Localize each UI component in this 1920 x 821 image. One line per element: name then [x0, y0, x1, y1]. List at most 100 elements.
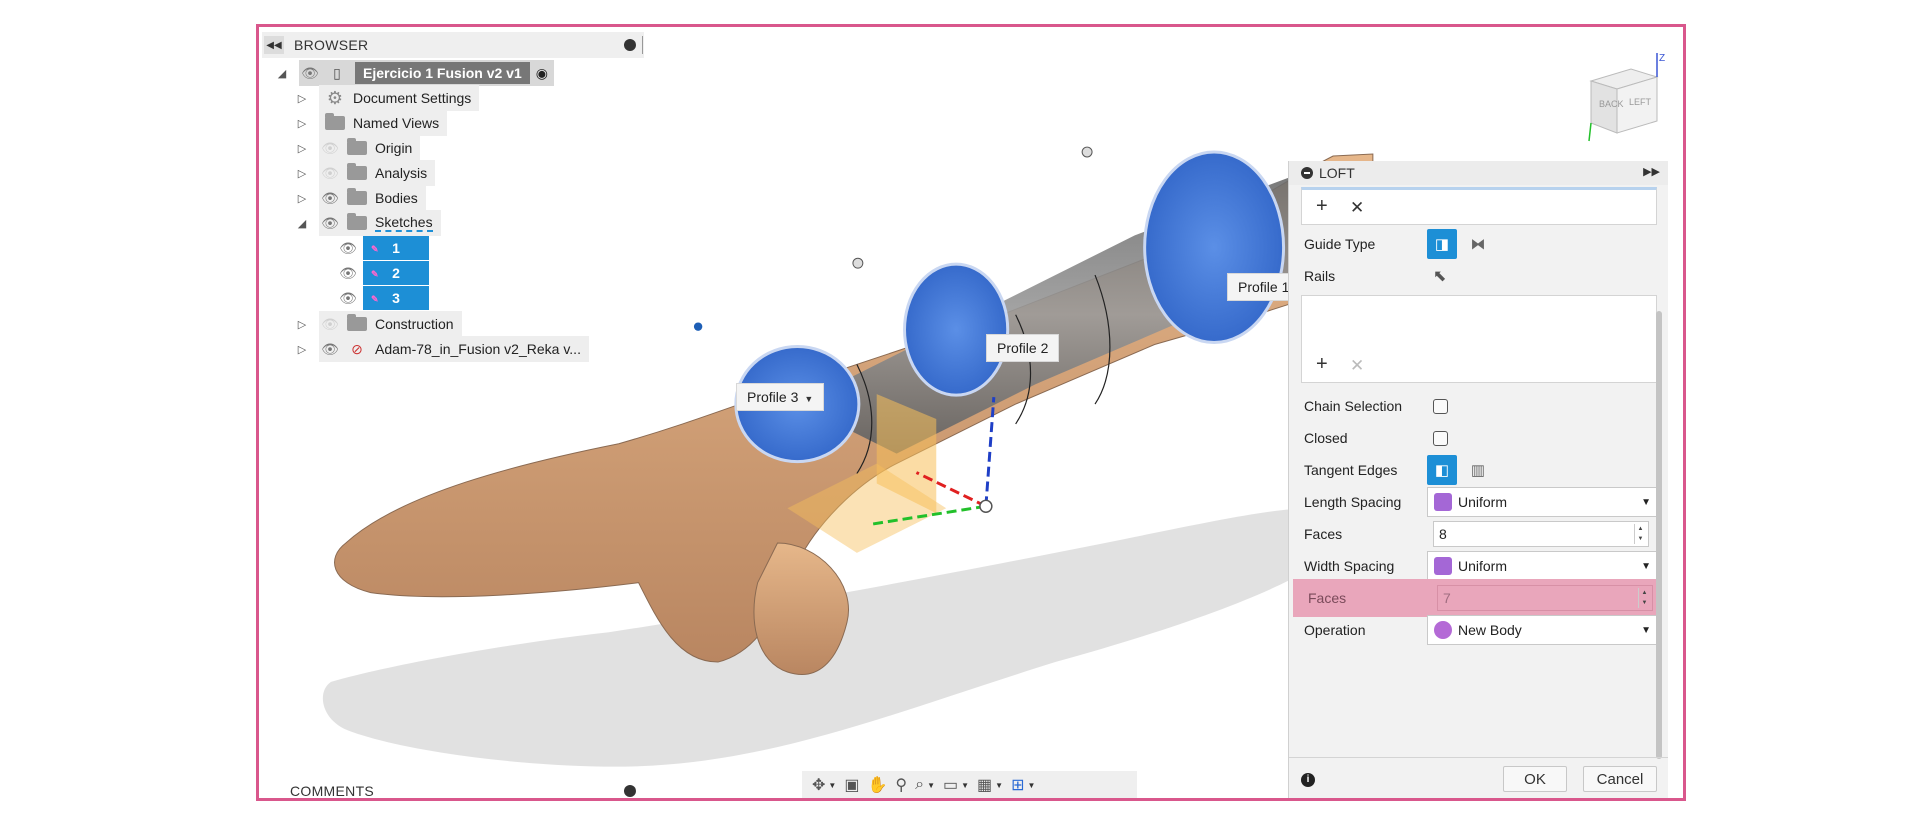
construction-node[interactable]: 👁 Construction — [319, 311, 462, 337]
zoom-icon[interactable]: ⚲ — [895, 775, 907, 795]
ok-label: OK — [1524, 770, 1546, 788]
browser-root-row[interactable]: ◢ 👁 ▯ Ejercicio 1 Fusion v2 v1 ◉ — [275, 60, 554, 86]
rail-point-1[interactable] — [1081, 146, 1093, 158]
expand-triangle-icon[interactable]: ▷ — [295, 343, 309, 356]
eye-hidden-icon[interactable]: 👁 — [319, 165, 341, 182]
info-icon[interactable]: i — [1301, 772, 1315, 787]
chain-selection-checkbox[interactable] — [1433, 398, 1448, 414]
collapse-triangle-icon[interactable]: ◢ — [295, 217, 309, 230]
add-icon[interactable]: + — [1316, 195, 1328, 218]
rails-guide-icon[interactable]: ◨ — [1427, 229, 1457, 259]
expand-triangle-icon[interactable]: ▷ — [295, 167, 309, 180]
operation-dropdown[interactable]: New Body ▼ — [1427, 615, 1658, 645]
chevron-down-icon[interactable]: ▼ — [804, 394, 813, 404]
centerline-guide-icon[interactable]: ⧓ — [1463, 229, 1493, 259]
fit-zoom-icon[interactable]: ⌕ ▼ — [915, 776, 935, 794]
closed-checkbox[interactable] — [1433, 430, 1448, 446]
chevron-down-icon[interactable]: ▼ — [1641, 561, 1651, 572]
eye-hidden-icon[interactable]: 👁 — [319, 316, 341, 333]
rail-point-2[interactable] — [852, 257, 864, 269]
eye-icon[interactable]: 👁 — [337, 265, 359, 282]
linked-component-node[interactable]: 👁 ⊘ Adam-78_in_Fusion v2_Reka v... — [319, 336, 589, 362]
profile-3-label[interactable]: Profile 3 ▼ — [736, 383, 825, 411]
ok-button[interactable]: OK — [1503, 766, 1567, 792]
sketch-item-1[interactable]: 👁 ✎ 1 — [337, 235, 429, 261]
display-settings-icon[interactable]: ▭ ▼ — [943, 775, 969, 795]
pin-icon[interactable] — [624, 39, 636, 51]
analysis-node[interactable]: 👁 Analysis — [319, 160, 436, 186]
sketch-3-node[interactable]: ✎ 3 — [363, 286, 429, 310]
rail-point-3[interactable] — [692, 320, 704, 333]
stepper-icon[interactable]: ▲ ▼ — [1634, 524, 1646, 544]
tree-item-construction[interactable]: ▷ 👁 Construction — [295, 311, 462, 337]
eye-icon[interactable]: 👁 — [337, 290, 359, 307]
comments-panel[interactable]: COMMENTS — [262, 781, 644, 798]
sketches-node[interactable]: 👁 Sketches — [319, 210, 441, 236]
viewports-icon[interactable]: ⊞ ▼ — [1011, 775, 1035, 795]
tree-item-named-views[interactable]: ▷ Named Views — [295, 110, 448, 136]
minimize-icon[interactable] — [1301, 167, 1313, 179]
sketch-item-3[interactable]: 👁 ✎ 3 — [337, 285, 429, 311]
width-spacing-dropdown[interactable]: Uniform ▼ — [1427, 551, 1658, 581]
length-spacing-dropdown[interactable]: Uniform ▼ — [1427, 487, 1658, 517]
origin-node[interactable]: 👁 Origin — [319, 135, 421, 161]
origin-point[interactable] — [979, 499, 993, 513]
sketch-2-node[interactable]: ✎ 2 — [363, 261, 429, 285]
tangent-keep-icon[interactable]: ▥ — [1463, 455, 1493, 485]
orbit-icon[interactable]: ✥ ▼ — [812, 775, 836, 795]
tree-item-document-settings[interactable]: ▷ ⚙ Document Settings — [295, 85, 480, 111]
remove-icon[interactable]: ✕ — [1350, 198, 1364, 218]
document-settings-node[interactable]: ⚙ Document Settings — [319, 85, 480, 111]
loft-scrollbar[interactable] — [1656, 311, 1662, 759]
eye-icon[interactable]: 👁 — [319, 215, 341, 232]
profiles-selection-box[interactable]: + ✕ — [1301, 187, 1657, 225]
named-views-node[interactable]: Named Views — [319, 110, 448, 136]
expand-triangle-icon[interactable]: ▷ — [295, 192, 309, 205]
profile-2-label[interactable]: Profile 2 — [986, 334, 1060, 362]
pin-icon[interactable] — [624, 785, 636, 797]
remove-icon[interactable]: ✕ — [1350, 356, 1364, 376]
eye-icon[interactable]: 👁 — [299, 65, 321, 82]
radio-icon[interactable]: ◉ — [536, 65, 548, 82]
tree-item-analysis[interactable]: ▷ 👁 Analysis — [295, 160, 436, 186]
eye-icon[interactable]: 👁 — [319, 190, 341, 207]
panel-grip[interactable] — [642, 36, 644, 54]
collapse-panel-icon[interactable]: ◀◀ — [264, 36, 284, 54]
faces-input[interactable]: 8 ▲ ▼ — [1433, 521, 1649, 547]
grid-icon[interactable]: ▦ ▼ — [977, 775, 1003, 795]
eye-icon[interactable]: 👁 — [337, 240, 359, 257]
collapse-triangle-icon[interactable]: ◢ — [275, 67, 289, 80]
look-at-icon[interactable]: ▣ — [844, 775, 859, 795]
root-node[interactable]: 👁 ▯ Ejercicio 1 Fusion v2 v1 ◉ — [299, 60, 554, 86]
view-cube-back-text: BACK — [1599, 99, 1624, 109]
bodies-node[interactable]: 👁 Bodies — [319, 185, 426, 211]
expand-triangle-icon[interactable]: ▷ — [295, 92, 309, 105]
cursor-select-icon[interactable]: ⬉ — [1433, 266, 1446, 286]
hand-thumb — [753, 542, 849, 675]
view-cube-left-text: LEFT — [1629, 97, 1652, 107]
expand-triangle-icon[interactable]: ▷ — [295, 117, 309, 130]
stepper-icon[interactable]: ▲ ▼ — [1638, 588, 1650, 608]
sketch-1-node[interactable]: ✎ 1 — [363, 236, 429, 260]
expand-panel-icon[interactable]: ▶▶ — [1643, 165, 1660, 178]
tree-item-origin[interactable]: ▷ 👁 Origin — [295, 135, 421, 161]
faces-width-input[interactable]: 7 ▲ ▼ — [1437, 585, 1653, 611]
rails-selection-box[interactable]: + ✕ — [1301, 295, 1657, 383]
expand-triangle-icon[interactable]: ▷ — [295, 318, 309, 331]
eye-hidden-icon[interactable]: 👁 — [319, 140, 341, 157]
view-cube[interactable]: BACK LEFT Z — [1571, 51, 1671, 151]
guide-type-label: Guide Type — [1304, 236, 1376, 252]
sketch-item-2[interactable]: 👁 ✎ 2 — [337, 260, 429, 286]
tree-item-bodies[interactable]: ▷ 👁 Bodies — [295, 185, 426, 211]
cancel-button[interactable]: Cancel — [1583, 766, 1657, 792]
expand-triangle-icon[interactable]: ▷ — [295, 142, 309, 155]
tree-item-sketches[interactable]: ◢ 👁 Sketches — [295, 210, 441, 236]
eye-icon[interactable]: 👁 — [319, 341, 341, 358]
tangent-edges-label: Tangent Edges — [1304, 462, 1398, 478]
pan-hand-icon[interactable]: ✋ — [867, 775, 887, 795]
chevron-down-icon[interactable]: ▼ — [1641, 497, 1651, 508]
tangent-merge-icon[interactable]: ◧ — [1427, 455, 1457, 485]
tree-item-linked-component[interactable]: ▷ 👁 ⊘ Adam-78_in_Fusion v2_Reka v... — [295, 336, 589, 362]
chevron-down-icon[interactable]: ▼ — [1641, 625, 1651, 636]
add-icon[interactable]: + — [1316, 353, 1328, 376]
